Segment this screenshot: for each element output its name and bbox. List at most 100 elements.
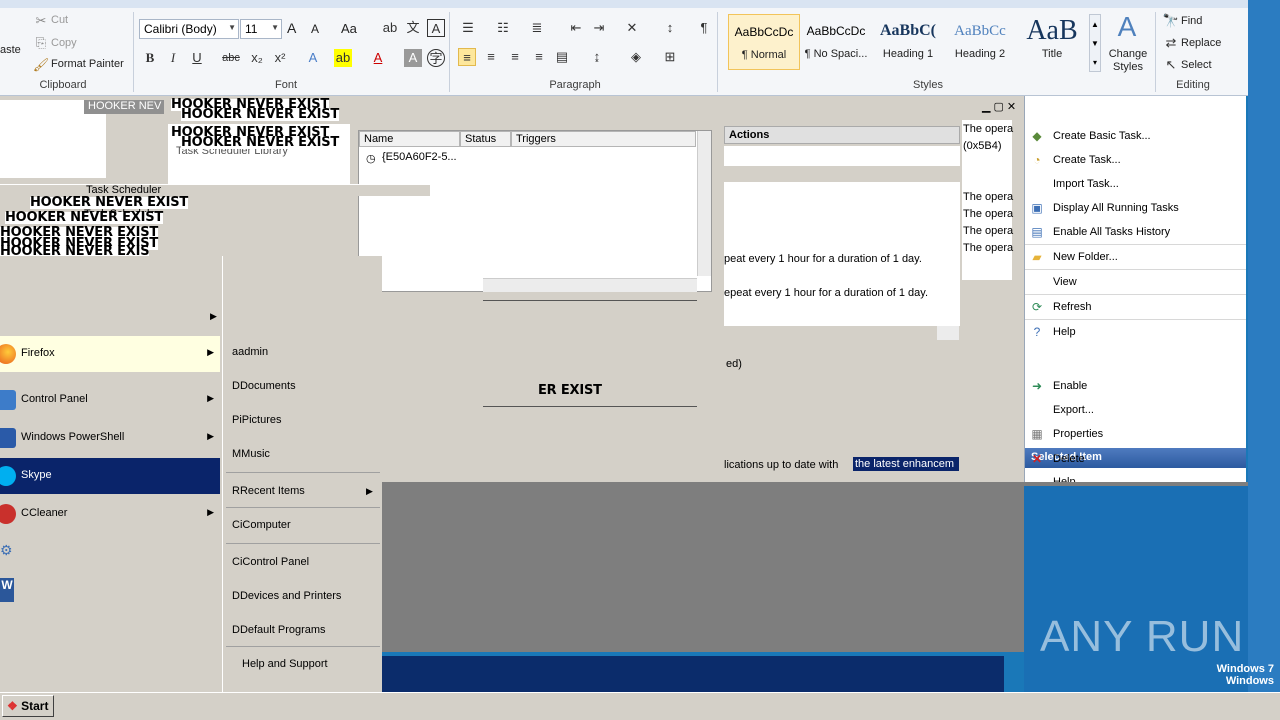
startmenu-documents[interactable]: DDocuments <box>232 380 296 392</box>
clear-format-icon[interactable]: ab <box>381 19 399 37</box>
italic-icon[interactable]: I <box>164 49 182 67</box>
align-center-icon[interactable]: ≡ <box>482 48 500 66</box>
cut-button[interactable]: Cut <box>51 14 68 26</box>
distributed-icon[interactable]: ▤ <box>553 48 571 66</box>
column-header-triggers[interactable]: Triggers <box>511 131 696 147</box>
select-button[interactable]: Select <box>1181 59 1212 71</box>
startmenu-devices-printers[interactable]: DDevices and Printers <box>232 590 341 602</box>
action-create-basic-task[interactable]: Create Basic Task... <box>1053 130 1151 142</box>
grow-font-button[interactable]: A <box>287 20 296 36</box>
replace-icon: ⇄ <box>1165 35 1177 50</box>
multilevel-list-icon[interactable]: ≣ <box>528 19 546 37</box>
action-view[interactable]: View <box>1053 276 1077 288</box>
decrease-indent-icon[interactable]: ⇤ <box>567 19 585 37</box>
styles-gallery-scroll[interactable]: ▲ ▼ ▾ <box>1089 14 1101 72</box>
startmenu-music[interactable]: MMusic <box>232 448 270 460</box>
text-effects-icon[interactable]: A <box>304 49 322 67</box>
startmenu-user[interactable]: aadmin <box>232 346 268 358</box>
change-case-button[interactable]: Aa <box>341 21 357 36</box>
event-line: The opera <box>963 191 1014 203</box>
startmenu-help-support[interactable]: Help and Support <box>242 658 328 670</box>
borders-icon[interactable]: ⊞ <box>661 48 679 66</box>
word-icon[interactable]: W <box>0 578 14 602</box>
action-create-task[interactable]: Create Task... <box>1053 154 1121 166</box>
show-formatting-icon[interactable]: ¶ <box>695 19 713 37</box>
chevron-down-icon[interactable]: ▼ <box>228 23 236 32</box>
startmenu-control-panel[interactable]: Control Panel ▶ <box>0 382 220 418</box>
justify-icon[interactable]: ≡ <box>530 48 548 66</box>
paste-button[interactable]: aste <box>0 44 21 56</box>
increase-indent-icon[interactable]: ⇥ <box>590 19 608 37</box>
actions-pane: ◆ Create Basic Task... ◔ Create Task... … <box>1024 96 1246 486</box>
gear-icon[interactable]: ⚙ <box>0 542 16 562</box>
action-properties[interactable]: Properties <box>1053 428 1103 440</box>
find-button[interactable]: Find <box>1181 15 1202 27</box>
numbering-icon[interactable]: ☷ <box>494 19 512 37</box>
startmenu-default-programs[interactable]: DDefault Programs <box>232 624 326 636</box>
style-normal[interactable]: AaBbCcDc ¶ Normal <box>728 14 800 70</box>
task-row-name[interactable]: {E50A60F2-5... <box>382 151 457 163</box>
action-new-folder[interactable]: New Folder... <box>1053 251 1118 263</box>
strikethrough-icon[interactable]: abc <box>222 49 240 67</box>
shading-icon[interactable]: ◈ <box>627 48 645 66</box>
font-name-combo[interactable]: Calibri (Body) ▼ <box>139 19 239 39</box>
sort-icon[interactable]: ↕ <box>661 19 679 37</box>
align-right-icon[interactable]: ≡ <box>506 48 524 66</box>
style-no-spacing[interactable]: AaBbCcDc ¶ No Spaci... <box>800 14 872 70</box>
character-shading-icon[interactable]: A <box>404 49 422 67</box>
copy-button[interactable]: Copy <box>51 37 77 49</box>
asian-layout-icon[interactable]: ✕ <box>623 19 641 37</box>
underline-icon[interactable]: U <box>188 49 206 67</box>
highlight-color-icon[interactable]: ab <box>334 49 352 67</box>
change-styles-button[interactable]: Change Styles <box>1108 48 1148 74</box>
startmenu-label: Skype <box>21 469 52 481</box>
startmenu-powershell[interactable]: Windows PowerShell ▶ <box>0 420 220 456</box>
window-controls[interactable]: ▁▢✕ <box>982 100 1022 114</box>
startmenu-label: Windows PowerShell <box>21 431 125 443</box>
windows-logo-icon: ❖ <box>7 699 18 713</box>
style-heading-1[interactable]: AaBbC(Heading 1 <box>872 14 944 70</box>
start-button[interactable]: ❖ Start <box>2 695 54 717</box>
action-enable[interactable]: Enable <box>1053 380 1087 392</box>
chevron-right-icon[interactable]: ▶ <box>210 311 217 322</box>
line-spacing-icon[interactable]: ↨ <box>588 48 606 66</box>
description-highlight: the latest enhancem <box>853 457 959 471</box>
character-border-icon[interactable]: A <box>427 19 445 37</box>
subscript-icon[interactable]: x₂ <box>248 49 266 67</box>
startmenu-ccleaner[interactable]: CCleaner ▶ <box>0 496 220 532</box>
action-import-task[interactable]: Import Task... <box>1053 178 1119 190</box>
separator <box>226 646 380 647</box>
list-hscrollbar[interactable] <box>483 278 697 292</box>
startmenu-skype[interactable]: Skype <box>0 458 220 494</box>
startmenu-pictures[interactable]: PiPictures <box>232 414 282 426</box>
startmenu-control-panel-link[interactable]: CiControl Panel <box>232 556 309 568</box>
shrink-font-button[interactable]: A <box>311 22 319 36</box>
font-size-combo[interactable]: 11 ▼ <box>240 19 282 39</box>
chevron-down-icon[interactable]: ▼ <box>271 23 279 32</box>
action-enable-history[interactable]: Enable All Tasks History <box>1053 226 1170 238</box>
format-painter-button[interactable]: Format Painter <box>51 58 124 70</box>
action-display-running[interactable]: Display All Running Tasks <box>1053 202 1179 214</box>
action-help[interactable]: Help <box>1053 326 1076 338</box>
style-heading-2[interactable]: AaBbCc Heading 2 <box>944 14 1016 70</box>
style-sample: AaBbCcDc <box>806 24 866 38</box>
startmenu-firefox[interactable]: Firefox ▶ <box>0 336 220 372</box>
align-left-icon[interactable]: ≡ <box>458 48 476 66</box>
style-title[interactable]: AaB Title <box>1016 14 1088 70</box>
superscript-icon[interactable]: x² <box>271 49 289 67</box>
column-header-name[interactable]: Name <box>359 131 460 147</box>
column-header-status[interactable]: Status <box>460 131 511 147</box>
startmenu-computer[interactable]: CiComputer <box>232 519 291 531</box>
list-scrollbar[interactable] <box>697 131 711 276</box>
phonetic-guide-icon[interactable]: 文 <box>404 19 422 37</box>
bold-icon[interactable]: B <box>141 49 159 67</box>
font-color-icon[interactable]: A <box>369 49 387 67</box>
action-refresh[interactable]: Refresh <box>1053 301 1092 313</box>
action-delete[interactable]: Delete <box>1053 453 1085 465</box>
bullets-icon[interactable]: ☰ <box>459 19 477 37</box>
enclose-character-icon[interactable]: 字 <box>427 49 445 67</box>
replace-button[interactable]: Replace <box>1181 37 1221 49</box>
startmenu-recent-items[interactable]: RRecent Items <box>232 485 305 497</box>
detail-scrollbar[interactable] <box>937 326 959 340</box>
action-export[interactable]: Export... <box>1053 404 1094 416</box>
